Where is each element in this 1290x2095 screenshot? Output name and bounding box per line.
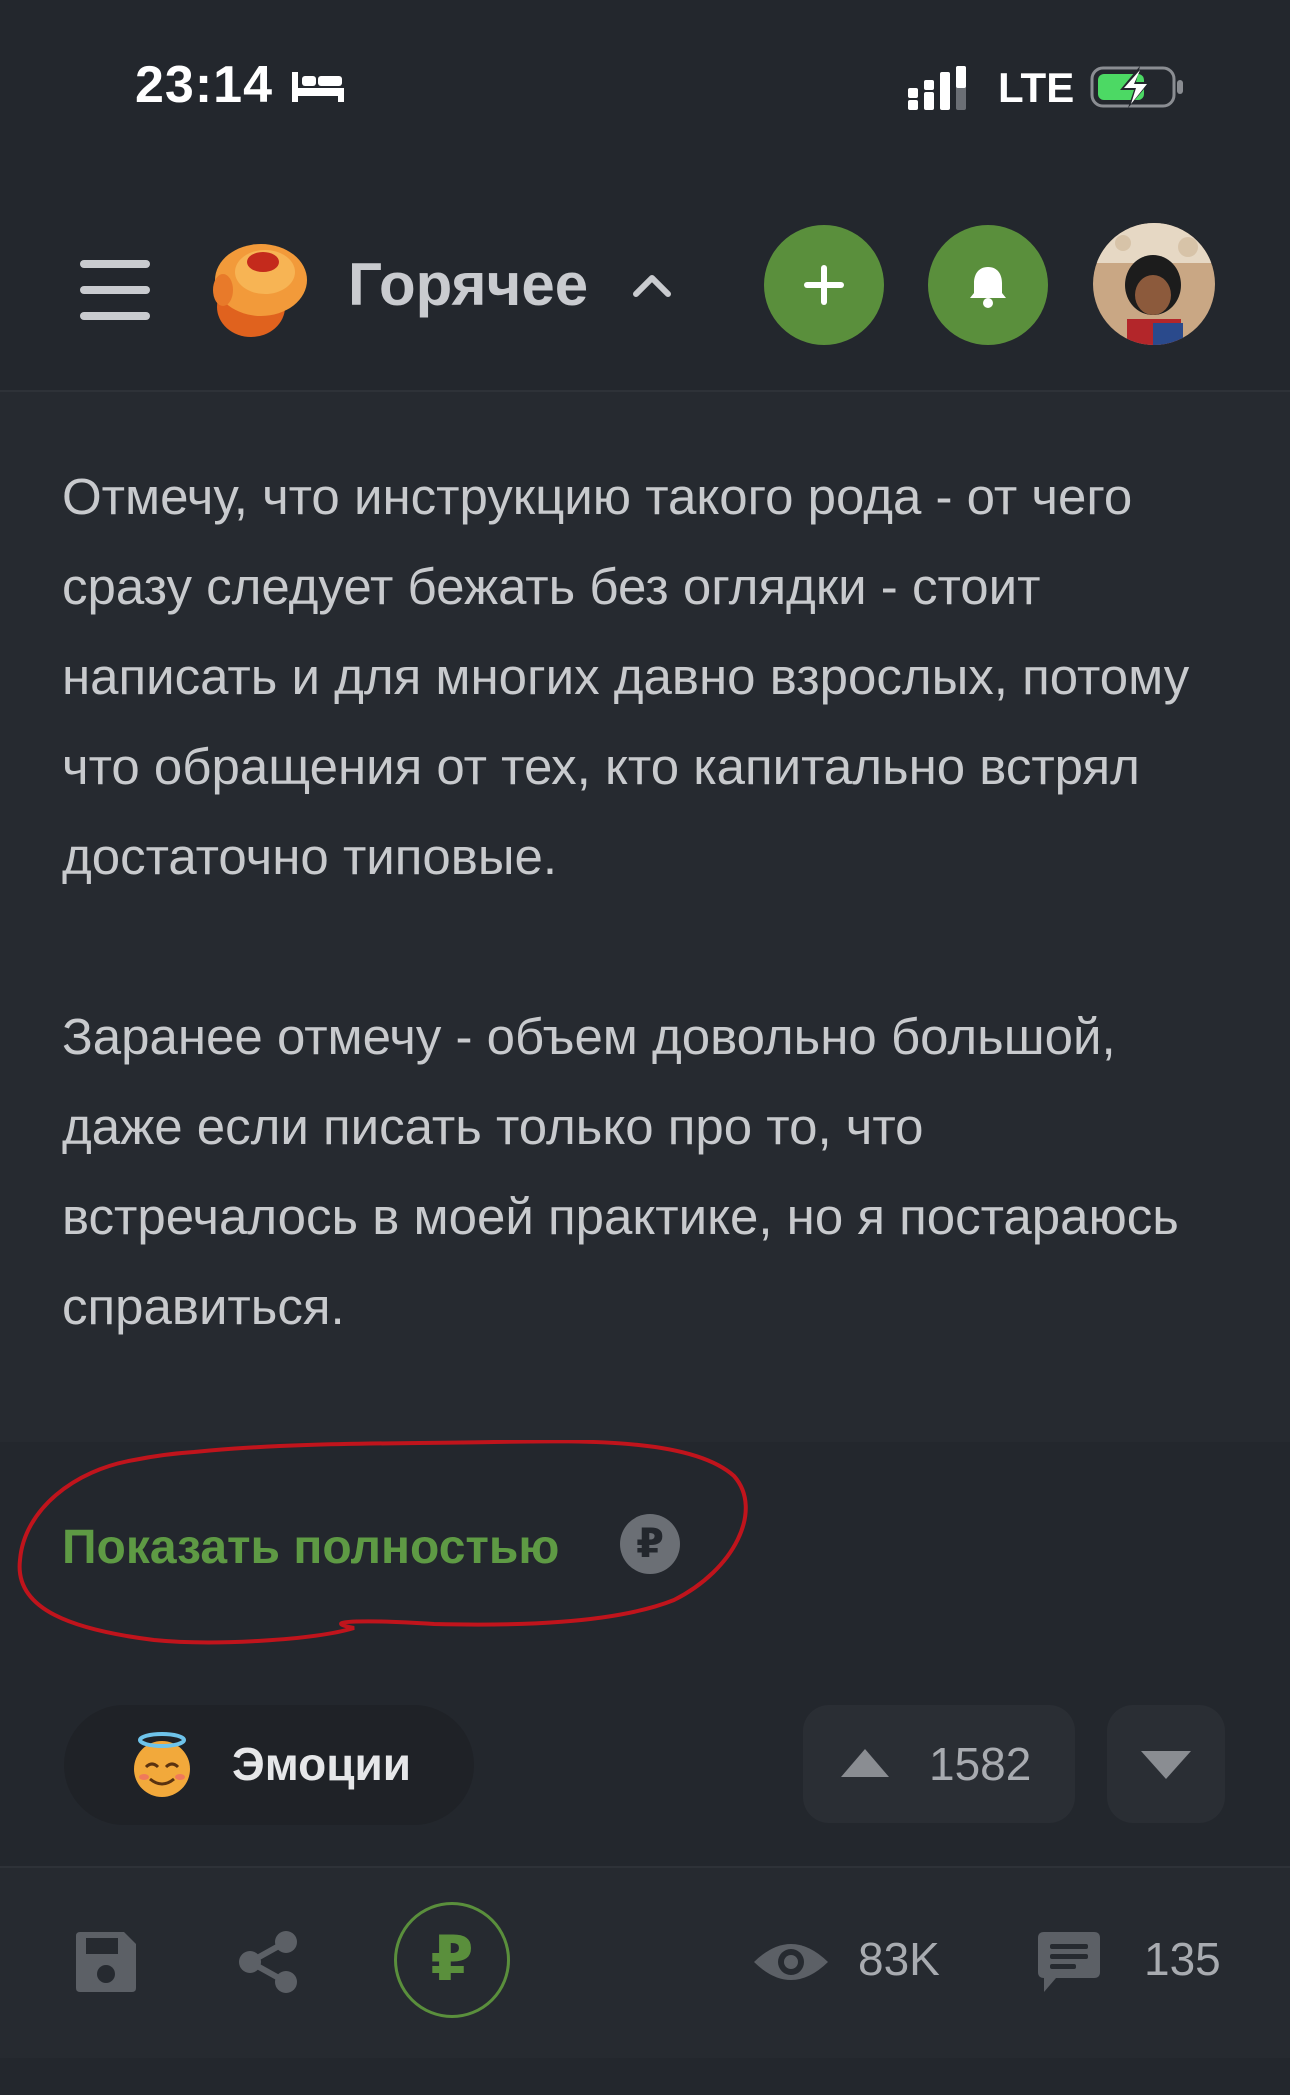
bed-icon (292, 72, 344, 102)
feed-title[interactable]: Горячее (348, 250, 588, 319)
views-count: 83K (858, 1933, 940, 1985)
upvote-icon (841, 1749, 889, 1777)
text-fade (0, 1372, 1290, 1442)
avatar[interactable] (1093, 223, 1215, 345)
status-bar: 23:14 LTE (0, 0, 1290, 170)
donate-button[interactable]: ₽ (394, 1902, 510, 2018)
post-bottom-bar: ₽ 83K 135 (0, 1866, 1290, 2058)
downvote-button[interactable] (1107, 1705, 1225, 1823)
emotions-button[interactable]: Эмоции (64, 1705, 474, 1825)
network-type: LTE (998, 64, 1075, 111)
upvote-button[interactable]: 1582 (803, 1705, 1075, 1823)
avatar-image (1093, 223, 1215, 345)
signal-icon (908, 66, 966, 110)
post-text: Отмечу, что инструкцию такого рода - от … (62, 468, 1190, 1335)
rating-count: 1582 (929, 1738, 1032, 1790)
post-content: Отмечу, что инструкцию такого рода - от … (0, 392, 1290, 1442)
bell-icon (970, 267, 1006, 308)
status-time: 23:14 (135, 56, 273, 114)
battery-charging-icon (1090, 66, 1183, 108)
chevron-up-icon[interactable] (630, 268, 674, 300)
menu-icon[interactable] (80, 260, 150, 320)
logo-icon[interactable] (203, 232, 313, 342)
app-header: Горячее (0, 200, 1290, 392)
ruble-icon: ₽ (430, 1925, 474, 1994)
comment-icon[interactable] (1034, 1930, 1104, 1994)
notifications-button[interactable] (928, 225, 1048, 345)
downvote-icon (1141, 1751, 1191, 1779)
annotation-red-circle (17, 1440, 748, 1645)
emotions-label: Эмоции (232, 1738, 412, 1790)
share-icon[interactable] (236, 1930, 300, 1994)
comments-count[interactable]: 135 (1144, 1932, 1221, 1986)
eye-icon (754, 1944, 828, 1980)
save-icon[interactable] (72, 1928, 140, 1996)
add-post-button[interactable] (764, 225, 884, 345)
angel-emoji-icon (134, 1732, 190, 1797)
add-icon (804, 265, 844, 305)
